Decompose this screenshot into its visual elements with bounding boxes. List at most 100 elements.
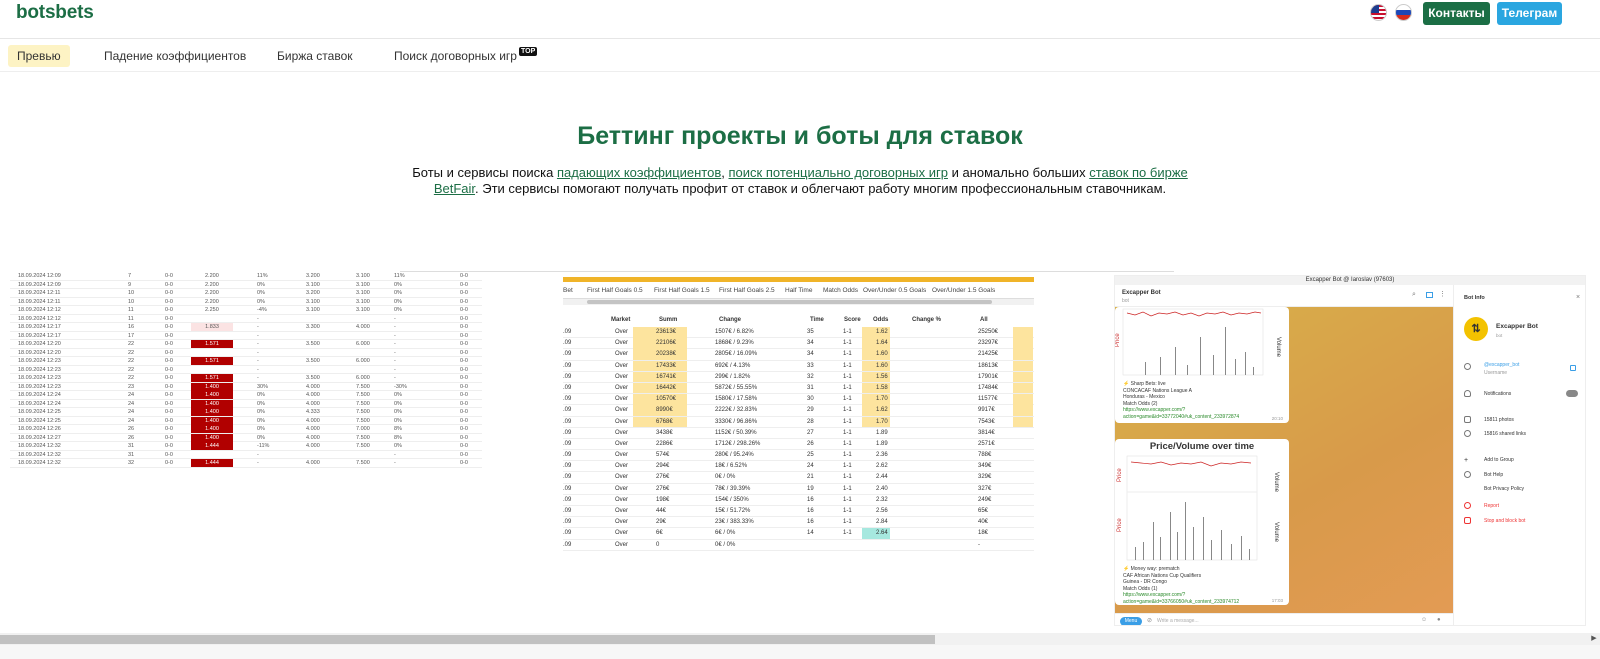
notifications-label: Notifications — [1484, 391, 1512, 397]
table-cell: 0-0 — [460, 460, 468, 466]
table-cell: 19 — [807, 485, 814, 492]
table-cell: 0-0 — [165, 315, 173, 322]
exchange-tab[interactable]: First Half Goals 1.5 — [654, 287, 710, 294]
shared-links[interactable]: 15816 shared links — [1484, 431, 1526, 437]
exchange-tab[interactable]: Over/Under 0.5 Goals — [863, 287, 926, 294]
table-cell: 18.09.2024 12:27 — [18, 434, 61, 441]
table-cell: 0-0 — [460, 417, 468, 424]
tg-menu-button[interactable]: Menu — [1120, 617, 1142, 625]
table-cell: 5872€ / 55.55% — [715, 384, 758, 391]
attach-icon[interactable]: ⊘ — [1147, 617, 1152, 624]
table-cell: 4.000 — [306, 400, 320, 407]
exchange-tab[interactable]: First Half Goals 0.5 — [587, 287, 643, 294]
add-to-group[interactable]: Add to Group — [1484, 457, 1514, 463]
fixed-matches-link[interactable]: поиск потенциально договорных игр — [729, 165, 948, 180]
table-cell: .09 — [563, 329, 572, 335]
bot-username[interactable]: @excapper_bot — [1484, 362, 1519, 368]
table-cell: 23613€ — [656, 329, 677, 335]
telegram-button[interactable]: Телеграм — [1497, 2, 1562, 25]
horizontal-scrollbar[interactable]: ▶ — [0, 633, 1600, 645]
table-row: 18.09.2024 12:11 10 0-0 2.200 0% 3.100 3.100 0%… — [10, 298, 482, 306]
table-cell: 0-0 — [460, 358, 468, 364]
close-icon[interactable]: × — [1576, 294, 1580, 301]
table-cell: Over — [615, 452, 629, 459]
table-cell: 1.70 — [876, 418, 888, 425]
table-cell: 18.09.2024 12:24 — [18, 400, 61, 407]
table-row: .09 Over 10570€ 1580€ / 17.58% 30 1-1 1.70 1157… — [563, 394, 1034, 406]
bot-name: Excapper Bot — [1496, 323, 1538, 330]
table-cell: Over — [615, 530, 629, 537]
table-cell: 0-0 — [165, 375, 173, 381]
site-logo[interactable]: botsbets — [16, 2, 94, 24]
notifications-toggle[interactable] — [1566, 390, 1578, 397]
table-cell: .09 — [563, 340, 572, 347]
table-cell: 23 — [128, 383, 135, 390]
table-cell: .09 — [563, 407, 572, 414]
preview-telegram-bot: Excapper Bot @ Iaroslav (97603) Excapper… — [1114, 275, 1586, 626]
search-icon[interactable]: ⌕ — [1412, 291, 1416, 299]
table-cell: .09 — [563, 496, 572, 503]
copy-icon[interactable] — [1570, 365, 1576, 371]
table-cell: 18.09.2024 12:25 — [18, 417, 61, 424]
contacts-button[interactable]: Контакты — [1423, 2, 1490, 25]
tab-fixed-matches[interactable]: Поиск договорных игр TOP — [385, 45, 546, 67]
table-row: 18.09.2024 12:12 11 0-0 - - 0-0 — [10, 315, 482, 323]
message-line[interactable]: action=game&id=33766050#uk_content_23397… — [1123, 599, 1281, 606]
table-cell: 0-0 — [460, 383, 468, 390]
stop-block-bot[interactable]: Stop and block bot — [1484, 518, 1525, 524]
emoji-icon[interactable]: ☺ — [1421, 617, 1427, 623]
table-cell: 3.100 — [306, 307, 320, 313]
message-line[interactable]: action=game&id=33772040#uk_content_23397… — [1123, 414, 1281, 421]
table-cell: - — [257, 460, 259, 466]
table-cell: 0-0 — [460, 375, 468, 381]
bot-privacy[interactable]: Bot Privacy Policy — [1484, 486, 1524, 492]
tab-preview[interactable]: Превью — [8, 45, 70, 67]
tg-chat-subtitle: bot — [1122, 298, 1129, 304]
shared-photos[interactable]: 15811 photos — [1484, 417, 1514, 423]
table-cell: 1-1 — [843, 340, 852, 347]
block-hand-icon — [1464, 517, 1471, 524]
table-cell: 1-1 — [843, 496, 852, 503]
table-cell: 22 — [128, 349, 135, 356]
sidebar-toggle-icon[interactable] — [1426, 292, 1433, 298]
tg-message-2: Price/Volume over time Price Price Volum… — [1115, 439, 1289, 605]
us-flag-icon[interactable] — [1370, 4, 1387, 21]
tab-dropping-odds[interactable]: Падение коэффициентов — [95, 45, 255, 67]
tg-message-input[interactable]: Write a message... — [1157, 618, 1199, 624]
bottom-strip — [0, 645, 1600, 659]
table-cell: - — [394, 349, 396, 356]
exchange-tab[interactable]: First Half Goals 2.5 — [719, 287, 775, 294]
table-cell: 0-0 — [460, 409, 468, 415]
table-cell: 35 — [807, 329, 814, 335]
table-row: .09 Over 16741€ 299€ / 1.82% 32 1-1 1.56 17901€ — [563, 371, 1034, 383]
exchange-tab[interactable]: Over/Under 1.5 Goals — [932, 287, 995, 294]
exchange-tab[interactable]: Half Time — [785, 287, 812, 294]
table-cell: 10570€ — [656, 396, 677, 403]
odds-cell: 1.400 — [191, 408, 233, 416]
table-cell: 18.09.2024 12:12 — [18, 315, 61, 322]
table-cell: 7.500 — [356, 392, 370, 398]
exchange-tab[interactable]: Bet — [563, 287, 573, 294]
table-cell: 28 — [807, 418, 814, 425]
table-cell: 18.09.2024 12:25 — [18, 409, 61, 415]
table-cell: 0% — [394, 298, 402, 305]
bot-help[interactable]: Bot Help — [1484, 472, 1503, 478]
scrollbar-thumb[interactable] — [0, 635, 935, 644]
ru-flag-icon[interactable] — [1395, 4, 1412, 21]
table-cell: 1.60 — [876, 351, 888, 358]
scroll-right-icon[interactable]: ▶ — [1588, 633, 1600, 645]
tg-chat-title: Excapper Bot — [1122, 290, 1161, 296]
report-link[interactable]: Report — [1484, 503, 1499, 509]
table-cell: 22 — [128, 366, 135, 373]
table-cell: 1.64 — [876, 340, 888, 347]
table-cell: 26 — [807, 440, 814, 447]
more-icon[interactable]: ⋮ — [1439, 290, 1446, 298]
table-cell: 2.56 — [876, 508, 888, 514]
tab-betting-exchange[interactable]: Биржа ставок — [268, 45, 362, 67]
exchange-tab[interactable]: Match Odds — [823, 287, 858, 294]
table-cell: 11 — [128, 315, 134, 322]
table-cell: 6€ — [656, 530, 663, 537]
mic-icon[interactable]: ● — [1437, 617, 1441, 623]
table-cell: 23297€ — [978, 340, 999, 347]
dropping-odds-link[interactable]: падающих коэффициентов — [557, 165, 721, 180]
